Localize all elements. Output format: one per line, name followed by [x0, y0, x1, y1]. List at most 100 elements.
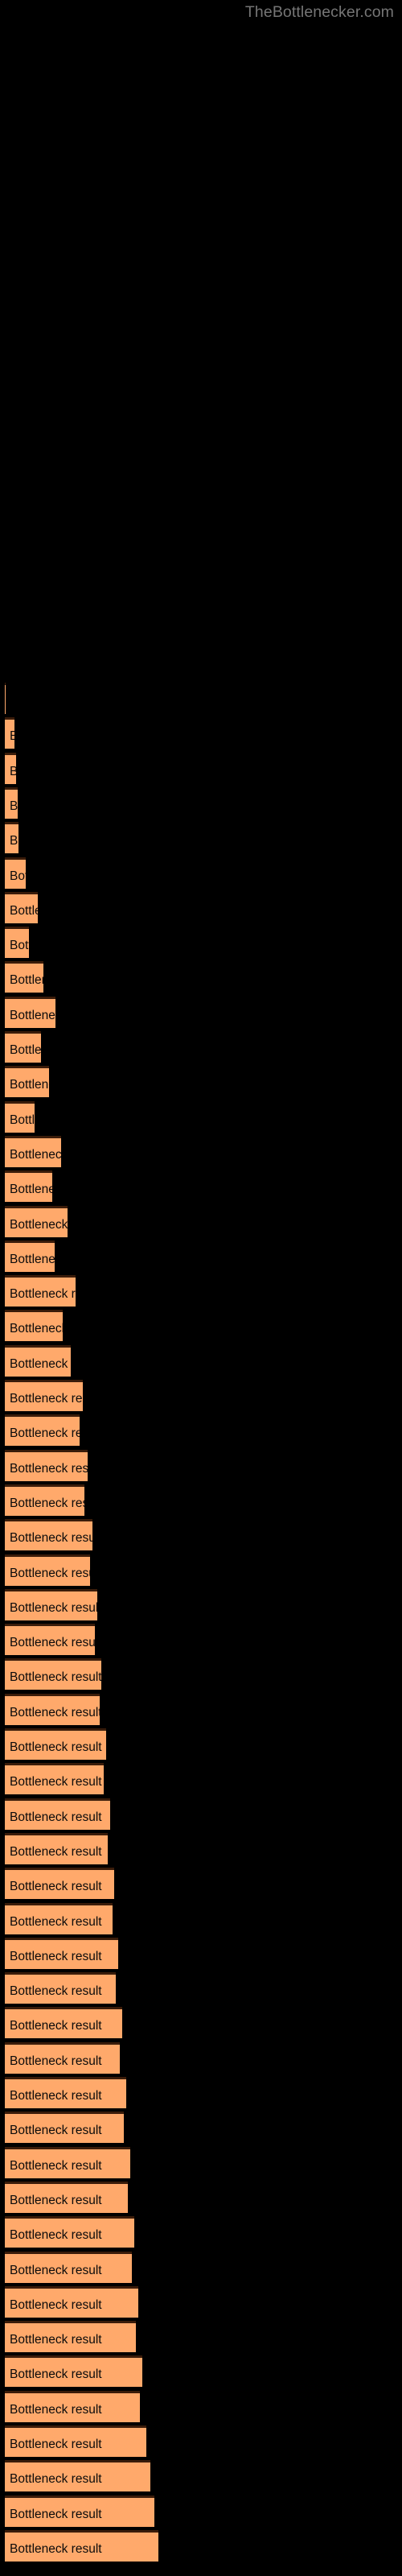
bar: Bottleneck result [5, 1868, 114, 1900]
bar: Bottleneck result [5, 2321, 136, 2353]
bar: Bottleneck result [5, 1240, 55, 1272]
bar: Bottleneck result [5, 1031, 41, 1063]
bar-label: Bottleneck result [10, 2193, 102, 2207]
bar-label: Bottleneck result [10, 903, 38, 918]
bar-label: Bottleneck result [10, 939, 29, 953]
bar-label: Bottleneck result [10, 1949, 102, 1963]
bar-label: Bottleneck result [10, 1880, 102, 1894]
bar: Bottleneck result [5, 683, 6, 714]
bar-label: Bottleneck result [10, 1914, 102, 1929]
bar: Bottleneck result [5, 1170, 52, 1203]
bar: Bottleneck result [5, 1344, 71, 1377]
bar-label: Bottleneck result [10, 1426, 80, 1441]
bar-label: Bottleneck result [10, 1113, 35, 1127]
bar: Bottleneck result [5, 2077, 126, 2108]
bar-label: Bottleneck result [10, 755, 16, 784]
bar: Bottleneck result [5, 1588, 97, 1620]
bar-label: Bottleneck result [10, 1043, 41, 1057]
bar: Bottleneck result [5, 2285, 138, 2318]
bar: Bottleneck result [5, 927, 29, 959]
bar-label: Bottleneck result [10, 1984, 102, 1999]
bar: Bottleneck result [5, 1066, 49, 1098]
bar: Bottleneck result [5, 1832, 108, 1864]
bar: Bottleneck result [5, 891, 38, 923]
bar: Bottleneck result [5, 1554, 90, 1586]
bar-label: Bottleneck result [10, 1183, 52, 1197]
bar-label: Bottleneck result [10, 834, 18, 848]
bar: Bottleneck result [5, 1624, 95, 1656]
bar-label: Bottleneck result [10, 2541, 102, 2556]
bar: Bottleneck result [5, 1798, 110, 1830]
bar-label: Bottleneck result [10, 1147, 61, 1162]
bar-label: Bottleneck result [10, 1844, 102, 1859]
bar-label: Bottleneck result [10, 1600, 97, 1615]
bar: Bottleneck result [5, 1135, 61, 1167]
bar-label: Bottleneck result [10, 2297, 102, 2312]
bar: Bottleneck result [5, 2460, 150, 2492]
bar: Bottleneck result [5, 1484, 84, 1516]
bar-label: Bottleneck result [10, 1392, 83, 1406]
bar-label: Bottleneck result [10, 2089, 102, 2103]
bar-label: Bottleneck result [10, 1531, 92, 1546]
bar-label: Bottleneck result [10, 1356, 71, 1371]
bar-label: Bottleneck result [10, 1078, 49, 1092]
bar: Bottleneck result [5, 1763, 104, 1795]
bar: Bottleneck result [5, 1972, 116, 2004]
bar: Bottleneck result [5, 752, 16, 784]
bar: Bottleneck result [5, 1728, 106, 1760]
bar: Bottleneck result [5, 2355, 142, 2388]
bar-label: Bottleneck result [10, 2019, 102, 2033]
bar-label: Bottleneck result [10, 2263, 102, 2277]
bar-label: Bottleneck result [10, 1670, 101, 1685]
bar-label: Bottleneck result [10, 2054, 102, 2068]
bar: Bottleneck result [5, 1449, 88, 1481]
page-root: TheBottlenecker.com Bottleneck resultBot… [0, 0, 402, 2576]
bar-label: Bottleneck result [10, 2158, 102, 2173]
bar-label: Bottleneck result [10, 799, 18, 813]
bar: Bottleneck result [5, 857, 26, 889]
bar-label: Bottleneck result [10, 973, 43, 988]
bar: Bottleneck result [5, 2007, 122, 2039]
bar-label: Bottleneck result [10, 2228, 102, 2243]
bar-label: Bottleneck result [10, 2333, 102, 2347]
bar: Bottleneck result [5, 1275, 76, 1307]
bar: Bottleneck result [5, 2112, 124, 2144]
bar-label: Bottleneck result [10, 2124, 102, 2138]
bar: Bottleneck result [5, 996, 55, 1028]
bar-label: Bottleneck result [10, 1775, 102, 1790]
bar: Bottleneck result [5, 2495, 154, 2527]
bar-label: Bottleneck result [10, 1705, 100, 1719]
bar: Bottleneck result [5, 1205, 68, 1237]
bar: Bottleneck result [5, 2425, 146, 2457]
bar-label: Bottleneck result [10, 1461, 88, 1476]
bar: Bottleneck result [5, 2216, 134, 2248]
bar-label: Bottleneck result [10, 1008, 55, 1022]
bar: Bottleneck result [5, 1380, 83, 1411]
bar: Bottleneck result [5, 822, 18, 854]
bar-label: Bottleneck result [10, 720, 14, 749]
bar-label: Bottleneck result [10, 2507, 102, 2521]
bar: Bottleneck result [5, 1937, 118, 1969]
bar: Bottleneck result [5, 786, 18, 819]
bar: Bottleneck result [5, 1902, 113, 1934]
bar-label: Bottleneck result [10, 2368, 102, 2382]
bar: Bottleneck result [5, 717, 14, 749]
bar: Bottleneck result [5, 2390, 140, 2422]
bar-label: Bottleneck result [10, 2472, 102, 2487]
bar: Bottleneck result [5, 2529, 158, 2562]
bar: Bottleneck result [5, 1658, 101, 1690]
bar: Bottleneck result [5, 1100, 35, 1133]
bar-label: Bottleneck result [10, 2438, 102, 2451]
bar: Bottleneck result [5, 1414, 80, 1447]
bar-label: Bottleneck result [10, 1566, 90, 1580]
bar: Bottleneck result [5, 1310, 63, 1342]
bar: Bottleneck result [5, 2181, 128, 2213]
bar-label: Bottleneck result [10, 1252, 55, 1266]
bar-label: Bottleneck result [10, 1496, 84, 1510]
bar-label: Bottleneck result [10, 1217, 68, 1232]
bar-label: Bottleneck result [10, 1287, 76, 1302]
bar: Bottleneck result [5, 961, 43, 993]
bar-label: Bottleneck result [10, 2402, 102, 2417]
bar-label: Bottleneck result [10, 1322, 63, 1336]
bar-label: Bottleneck result [10, 1740, 102, 1754]
